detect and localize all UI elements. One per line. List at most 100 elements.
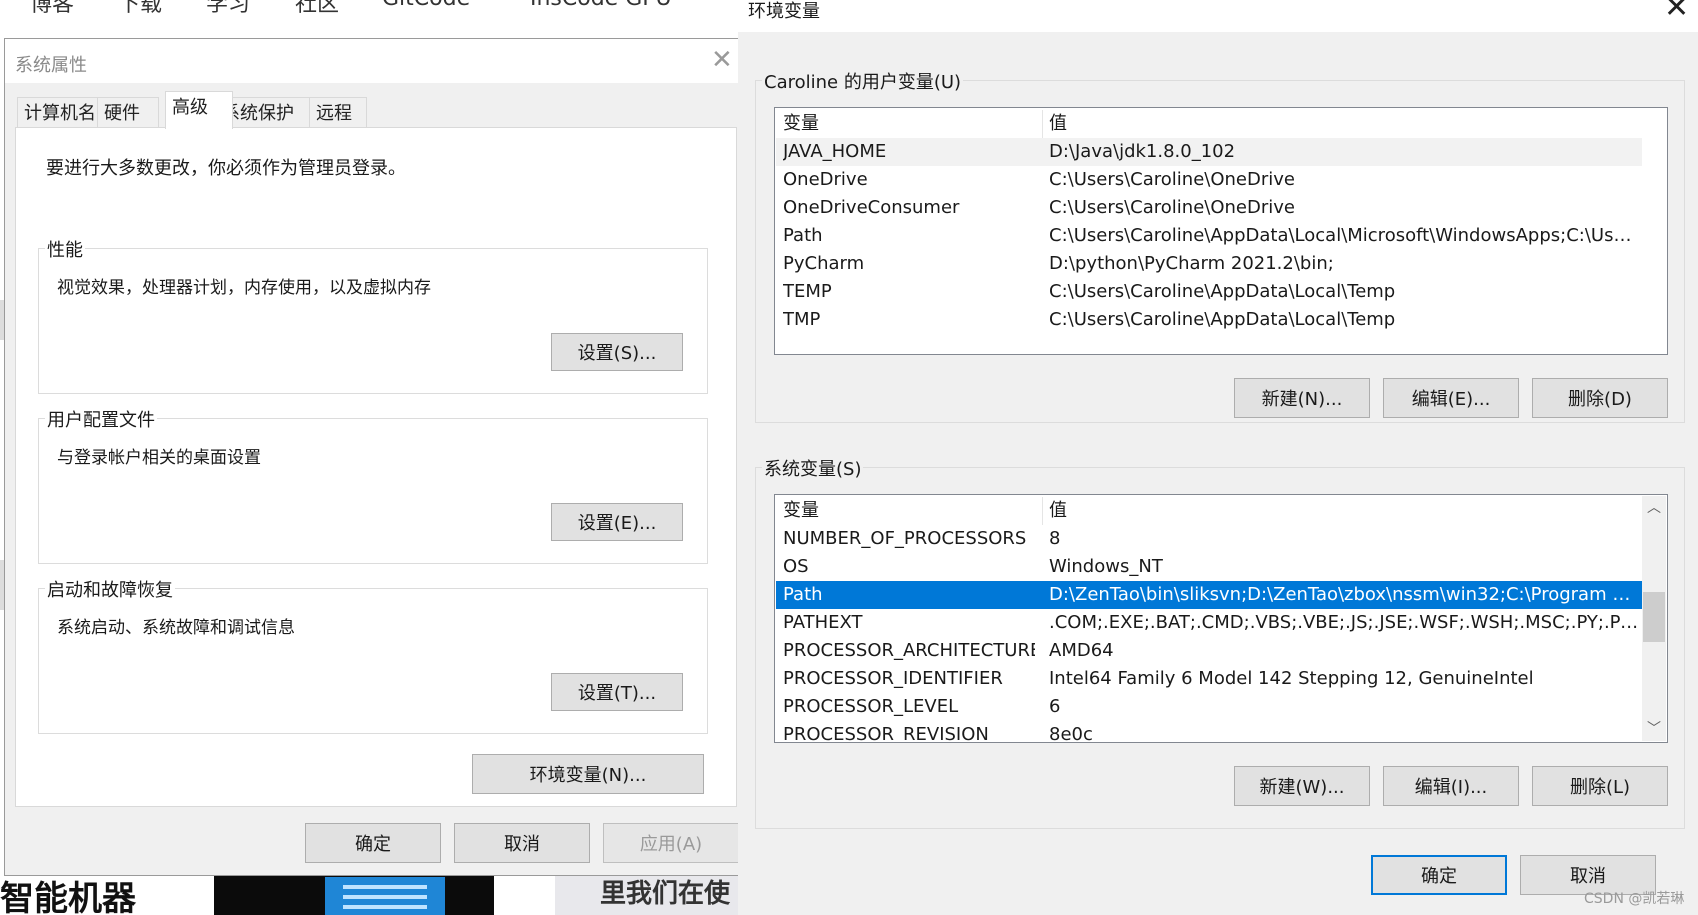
- variable-value: D:\ZenTao\bin\sliksvn;D:\ZenTao\zbox\nss…: [1049, 584, 1639, 605]
- variable-name: TEMP: [783, 281, 832, 302]
- tab-advanced[interactable]: 高级: [165, 91, 233, 129]
- system-variables-group: 系统变量(S) 变量 值 NUMBER_OF_PROCESSORS 8 OS W…: [755, 455, 1685, 829]
- ok-button[interactable]: 确定: [305, 823, 441, 863]
- scrollbar-thumb[interactable]: [1643, 592, 1665, 642]
- variable-value: C:\Users\Caroline\AppData\Local\Temp: [1049, 281, 1396, 302]
- variable-value: C:\Users\Caroline\OneDrive: [1049, 197, 1295, 218]
- column-header-variable[interactable]: 变量: [783, 110, 1035, 138]
- cancel-button[interactable]: 取消: [454, 823, 590, 863]
- list-item[interactable]: TMP C:\Users\Caroline\AppData\Local\Temp: [776, 306, 1642, 334]
- variable-name: OS: [783, 556, 809, 577]
- variable-name: PROCESSOR_REVISION: [783, 724, 989, 743]
- background-nav: 博客 下载 学习 社区 GitCode InsCode GPU: [0, 0, 730, 36]
- bg-heading-text: 智能机器: [0, 879, 136, 915]
- column-header-variable[interactable]: 变量: [783, 497, 1035, 525]
- user-new-button[interactable]: 新建(N)...: [1234, 378, 1370, 418]
- close-icon[interactable]: ✕: [1664, 0, 1689, 25]
- startup-recovery-settings-button[interactable]: 设置(T)...: [551, 673, 683, 711]
- vertical-scrollbar[interactable]: ︿ ﹀: [1642, 496, 1666, 741]
- admin-notice: 要进行大多数更改，你必须作为管理员登录。: [46, 158, 406, 179]
- group-label: 启动和故障恢复: [45, 576, 175, 602]
- user-profiles-settings-button[interactable]: 设置(E)...: [551, 503, 683, 541]
- variable-value: 8e0c: [1049, 724, 1093, 743]
- close-icon[interactable]: ✕: [711, 45, 733, 75]
- performance-group: 性能 视觉效果，处理器计划，内存使用，以及虚拟内存 设置(S)...: [38, 236, 708, 394]
- group-description: 系统启动、系统故障和调试信息: [57, 618, 295, 638]
- list-item[interactable]: OneDrive C:\Users\Caroline\OneDrive: [776, 166, 1642, 194]
- variable-name: TMP: [783, 309, 821, 330]
- list-item[interactable]: PROCESSOR_ARCHITECTURE AMD64: [776, 637, 1642, 665]
- variable-value: C:\Users\Caroline\OneDrive: [1049, 169, 1295, 190]
- bg-nav-item[interactable]: InsCode GPU: [530, 0, 672, 11]
- system-new-button[interactable]: 新建(W)...: [1234, 766, 1370, 806]
- variable-name: PROCESSOR_LEVEL: [783, 696, 959, 717]
- list-item[interactable]: Path C:\Users\Caroline\AppData\Local\Mic…: [776, 222, 1642, 250]
- dialog-titlebar: 环境变量 ✕: [738, 0, 1698, 32]
- tab-panel-advanced: 要进行大多数更改，你必须作为管理员登录。 性能 视觉效果，处理器计划，内存使用，…: [15, 127, 737, 807]
- list-item[interactable]: TEMP C:\Users\Caroline\AppData\Local\Tem…: [776, 278, 1642, 306]
- system-properties-dialog: 系统属性 ✕ 计算机名 硬件 系统保护 远程 要进行大多数更改，你必须作为管理员…: [4, 38, 746, 876]
- apply-button: 应用(A): [603, 823, 739, 863]
- variable-name: JAVA_HOME: [783, 141, 887, 162]
- variable-name: Path: [783, 584, 823, 605]
- chevron-down-icon[interactable]: ﹀: [1642, 717, 1666, 741]
- variable-name: OneDriveConsumer: [783, 197, 960, 218]
- system-edit-button[interactable]: 编辑(I)...: [1383, 766, 1519, 806]
- list-item[interactable]: PROCESSOR_LEVEL 6: [776, 693, 1642, 721]
- list-item[interactable]: PROCESSOR_REVISION 8e0c: [776, 721, 1642, 743]
- group-description: 视觉效果，处理器计划，内存使用，以及虚拟内存: [57, 278, 431, 298]
- environment-variables-button[interactable]: 环境变量(N)...: [472, 754, 704, 794]
- user-delete-button[interactable]: 删除(D): [1532, 378, 1668, 418]
- variable-value: D:\python\PyCharm 2021.2\bin;: [1049, 253, 1334, 274]
- background-content-strip: 智能机器 里我们在使: [0, 875, 740, 915]
- user-variables-group: Caroline 的用户变量(U) 变量 值 JAVA_HOME D:\Java…: [755, 68, 1685, 423]
- variable-name: PyCharm: [783, 253, 865, 274]
- group-description: 与登录帐户相关的桌面设置: [57, 448, 261, 468]
- variable-name: PATHEXT: [783, 612, 863, 633]
- bg-nav-item[interactable]: GitCode: [382, 0, 470, 11]
- bg-nav-item[interactable]: 社区: [295, 0, 339, 18]
- bg-nav-item[interactable]: 博客: [30, 0, 74, 18]
- group-label: 用户配置文件: [45, 406, 157, 432]
- chevron-up-icon[interactable]: ︿: [1642, 496, 1666, 520]
- list-item-selected[interactable]: Path D:\ZenTao\bin\sliksvn;D:\ZenTao\zbo…: [776, 581, 1642, 609]
- dialog-title: 系统属性: [15, 55, 87, 76]
- list-item[interactable]: OneDriveConsumer C:\Users\Caroline\OneDr…: [776, 194, 1642, 222]
- bg-image-accent: [325, 877, 445, 915]
- list-item[interactable]: PROCESSOR_IDENTIFIER Intel64 Family 6 Mo…: [776, 665, 1642, 693]
- tab-remote[interactable]: 远程: [309, 97, 367, 129]
- variable-name: PROCESSOR_ARCHITECTURE: [783, 640, 1035, 661]
- list-item[interactable]: JAVA_HOME D:\Java\jdk1.8.0_102: [776, 138, 1642, 166]
- performance-settings-button[interactable]: 设置(S)...: [551, 333, 683, 371]
- user-profiles-group: 用户配置文件 与登录帐户相关的桌面设置 设置(E)...: [38, 406, 708, 564]
- user-variables-list[interactable]: 变量 值 JAVA_HOME D:\Java\jdk1.8.0_102 OneD…: [774, 107, 1668, 355]
- tab-computer-name[interactable]: 计算机名: [17, 97, 99, 129]
- list-item[interactable]: PATHEXT .COM;.EXE;.BAT;.CMD;.VBS;.VBE;.J…: [776, 609, 1642, 637]
- variable-name: Path: [783, 225, 823, 246]
- variable-name: PROCESSOR_IDENTIFIER: [783, 668, 1003, 689]
- environment-variables-dialog: 环境变量 ✕ Caroline 的用户变量(U) 变量 值 JAVA_HOME …: [738, 0, 1698, 915]
- system-delete-button[interactable]: 删除(L): [1532, 766, 1668, 806]
- variable-value: 6: [1049, 696, 1061, 717]
- variable-value: Windows_NT: [1049, 556, 1163, 577]
- column-header-value[interactable]: 值: [1049, 110, 1639, 138]
- bg-card-text: 里我们在使: [600, 879, 731, 909]
- bg-nav-item[interactable]: 下载: [118, 0, 162, 18]
- variable-name: OneDrive: [783, 169, 868, 190]
- list-item[interactable]: NUMBER_OF_PROCESSORS 8: [776, 525, 1642, 553]
- group-label: 性能: [45, 236, 85, 262]
- group-label: Caroline 的用户变量(U): [762, 68, 964, 94]
- ok-button[interactable]: 确定: [1371, 855, 1507, 895]
- list-item[interactable]: OS Windows_NT: [776, 553, 1642, 581]
- system-variables-list[interactable]: 变量 值 NUMBER_OF_PROCESSORS 8 OS Windows_N…: [774, 494, 1668, 743]
- tab-hardware[interactable]: 硬件: [97, 97, 159, 129]
- variable-value: D:\Java\jdk1.8.0_102: [1049, 141, 1236, 162]
- user-edit-button[interactable]: 编辑(E)...: [1383, 378, 1519, 418]
- variable-name: NUMBER_OF_PROCESSORS: [783, 528, 1027, 549]
- bg-nav-item[interactable]: 学习: [206, 0, 250, 18]
- column-header-value[interactable]: 值: [1049, 497, 1639, 525]
- list-header: 变量 值: [776, 497, 1642, 525]
- list-item[interactable]: PyCharm D:\python\PyCharm 2021.2\bin;: [776, 250, 1642, 278]
- variable-value: 8: [1049, 528, 1061, 549]
- variable-value: C:\Users\Caroline\AppData\Local\Microsof…: [1049, 225, 1639, 246]
